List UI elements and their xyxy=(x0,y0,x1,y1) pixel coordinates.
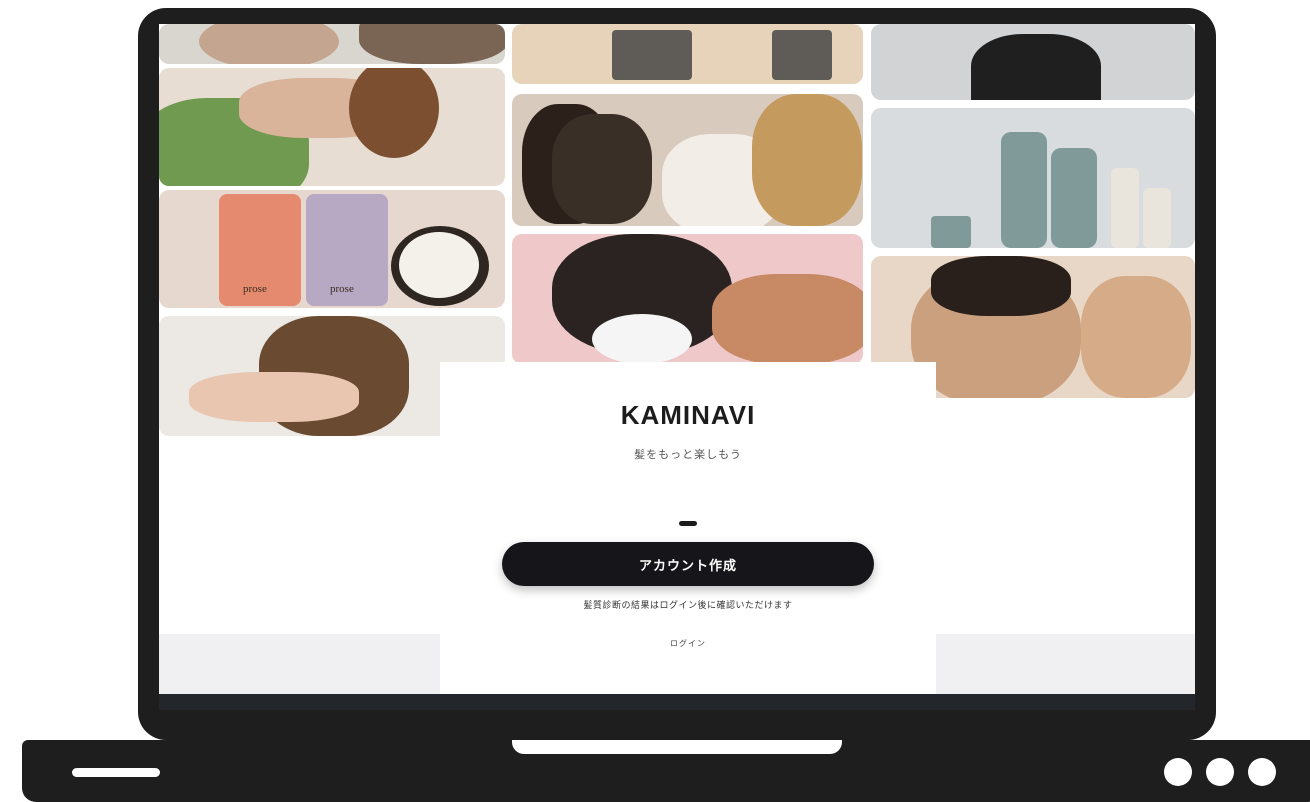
dot-icon xyxy=(1248,758,1276,786)
photo-three-women xyxy=(512,94,863,226)
dash-divider xyxy=(679,521,697,526)
photo-salon xyxy=(512,24,863,84)
bottle-brand-label: prose xyxy=(330,283,354,295)
screen-bottom-bar xyxy=(159,694,1195,710)
create-account-button[interactable]: アカウント作成 xyxy=(502,542,874,586)
side-panel-left xyxy=(159,634,440,696)
login-note: 髪質診断の結果はログイン後に確認いただけます xyxy=(583,601,793,611)
laptop-notch xyxy=(512,740,842,754)
photo-short-hair xyxy=(871,24,1195,100)
photo-prose-bottles: prose prose xyxy=(159,190,505,308)
login-link[interactable]: ログイン xyxy=(440,638,936,649)
center-panel: KAMINAVI 髪をもっと楽しもう アカウント作成 髪質診断の結果はログイン後… xyxy=(440,362,936,696)
three-dots-icon xyxy=(1164,758,1276,786)
dot-icon xyxy=(1206,758,1234,786)
photo-hair-top xyxy=(159,24,505,64)
photo-shampoo xyxy=(512,234,863,364)
brand-title: KAMINAVI xyxy=(620,400,756,430)
bottle-brand-label: prose xyxy=(243,283,267,295)
laptop-screen: prose prose KAMINAVI 髪をもっと楽しもう アカウント作成 髪… xyxy=(159,10,1195,710)
side-panel-right xyxy=(936,634,1195,696)
photo-method-bottles xyxy=(871,108,1195,248)
screen-top-bar xyxy=(159,10,1195,24)
photo-curly-hair xyxy=(159,68,505,186)
dot-icon xyxy=(1164,758,1192,786)
base-slot xyxy=(72,768,160,777)
tagline: 髪をもっと楽しもう xyxy=(634,448,742,461)
